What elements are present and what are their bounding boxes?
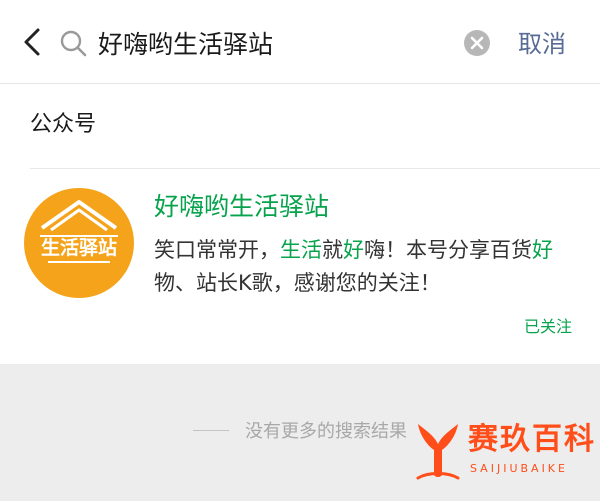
back-button[interactable] [14,24,50,60]
end-note-dash [193,429,229,431]
description-highlight: 生活 [280,238,322,262]
section-divider [30,168,600,169]
account-result[interactable]: 生活驿站 好嗨哟生活驿站 笑口常常开，生活就好嗨！本号分享百货好物、站长K歌，感… [0,170,600,364]
description-text: 就 [322,238,343,262]
end-note-text: 没有更多的搜索结果 [245,421,407,442]
search-input[interactable] [98,22,453,64]
chevron-left-icon [24,28,40,56]
clear-icon[interactable] [463,29,491,57]
description-highlight: 好 [532,238,553,262]
results-card: 公众号 生活驿站 好嗨哟生活驿站 笑口常常开，生活就好嗨！本号分享百货好物、站长… [0,84,600,364]
description-text: 物、站长K歌，感谢您的关注！ [154,271,441,295]
description-text: 笑口常常开， [154,238,280,262]
search-bar: 取消 [0,0,600,84]
section-title: 公众号 [30,112,97,137]
watermark: 赛玖百科 SAIJIUBAIKE [414,418,594,484]
watermark-name: 赛玖百科 [468,422,596,457]
search-icon [60,30,87,57]
cancel-button[interactable]: 取消 [518,24,566,64]
description-highlight: 好 [343,238,364,262]
svg-text:生活驿站: 生活驿站 [41,236,117,259]
whale-tail-logo [416,424,460,480]
account-description: 笑口常常开，生活就好嗨！本号分享百货好物、站长K歌，感谢您的关注！ [154,234,564,300]
watermark-pinyin: SAIJIUBAIKE [470,462,568,475]
account-name: 好嗨哟生活驿站 [154,192,330,221]
account-avatar: 生活驿站 [24,188,134,298]
follow-status[interactable]: 已关注 [524,316,572,338]
description-text: 嗨！本号分享百货 [364,238,532,262]
